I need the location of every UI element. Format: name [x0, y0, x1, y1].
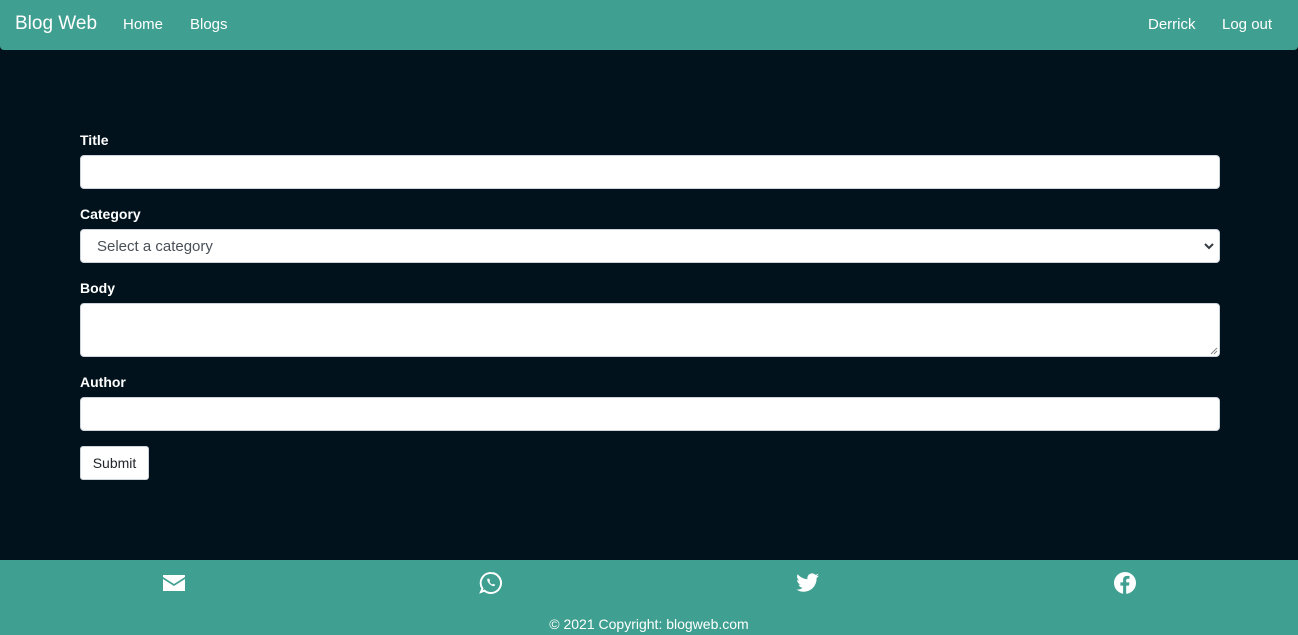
- nav-link-blogs[interactable]: Blogs: [190, 16, 228, 33]
- whatsapp-icon[interactable]: [479, 571, 503, 595]
- author-label: Author: [80, 374, 126, 390]
- envelope-icon[interactable]: [162, 571, 186, 595]
- copyright-text: © 2021 Copyright: blogweb.com: [549, 616, 749, 632]
- twitter-icon[interactable]: [796, 571, 820, 595]
- title-input[interactable]: [80, 155, 1220, 189]
- footer: © 2021 Copyright: blogweb.com: [0, 560, 1298, 635]
- category-selected-value: Select a category: [97, 238, 213, 255]
- chevron-down-icon: [1204, 243, 1214, 250]
- facebook-icon[interactable]: [1113, 571, 1137, 595]
- resize-grip-icon[interactable]: [1210, 347, 1218, 355]
- title-label: Title: [80, 132, 109, 148]
- body-textarea[interactable]: [80, 303, 1220, 357]
- brand-link[interactable]: Blog Web: [15, 13, 97, 35]
- author-input[interactable]: [80, 397, 1220, 431]
- submit-button[interactable]: Submit: [80, 446, 149, 480]
- category-select[interactable]: Select a category: [80, 229, 1220, 263]
- body-field-wrapper: [80, 303, 1220, 357]
- nav-link-home[interactable]: Home: [123, 16, 163, 33]
- nav-link-user[interactable]: Derrick: [1148, 16, 1196, 33]
- category-label: Category: [80, 206, 141, 222]
- body-label: Body: [80, 280, 115, 296]
- main-content: Title Category Select a category Body Au…: [0, 50, 1298, 560]
- navbar: Blog Web Home Blogs Derrick Log out: [0, 0, 1298, 50]
- nav-link-logout[interactable]: Log out: [1222, 16, 1272, 33]
